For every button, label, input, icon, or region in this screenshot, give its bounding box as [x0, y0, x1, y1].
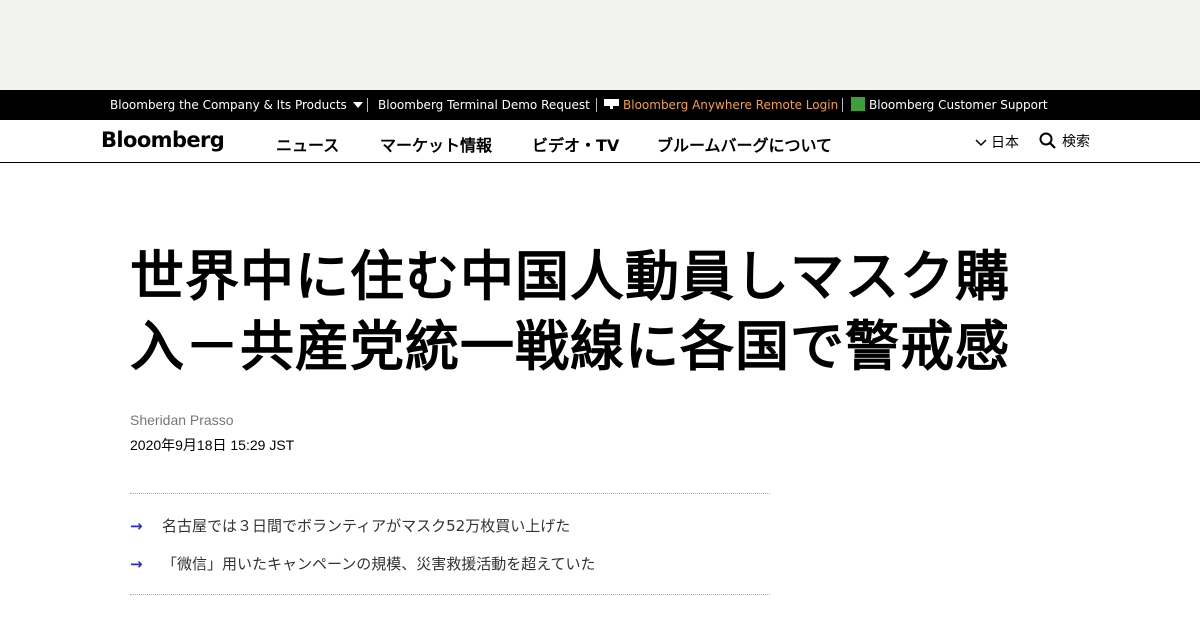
arrow-right-icon: → — [130, 517, 143, 535]
article-summary: → 名古屋では３日間でボランティアがマスク52万枚買い上げた → 「微信」用いたキャ… — [130, 493, 770, 595]
region-selector[interactable]: 日本 — [975, 132, 1019, 152]
region-label: 日本 — [991, 135, 1019, 151]
customer-support-link[interactable]: Bloomberg Customer Support — [851, 90, 1048, 120]
ad-banner-area — [0, 0, 1200, 90]
nav-item-news[interactable]: ニュース — [276, 132, 339, 156]
arrow-right-icon: → — [130, 555, 143, 573]
search-button[interactable]: 検索 — [1039, 131, 1090, 151]
terminal-demo-label: Bloomberg Terminal Demo Request — [378, 98, 590, 112]
top-utility-bar: Bloomberg the Company & Its Products Blo… — [0, 90, 1200, 120]
publish-date: 2020年9月18日 15:29 JST — [130, 437, 295, 453]
chevron-down-icon — [975, 139, 987, 147]
divider — [596, 98, 597, 112]
summary-bullet: → 名古屋では３日間でボランティアがマスク52万枚買い上げた — [130, 515, 570, 536]
company-products-menu[interactable]: Bloomberg the Company & Its Products — [110, 90, 363, 120]
nav-item-about[interactable]: ブルームバーグについて — [657, 132, 832, 156]
search-icon — [1039, 132, 1056, 149]
divider — [842, 98, 843, 112]
anywhere-login-link[interactable]: Bloomberg Anywhere Remote Login — [604, 90, 838, 120]
summary-bullet-text: 「微信」用いたキャンペーンの規模、災害救援活動を超えていた — [162, 555, 596, 573]
article-headline: 世界中に住む中国人動員しマスク購 入－共産党統一戦線に各国で警戒感 — [130, 242, 1120, 382]
summary-bullet: → 「微信」用いたキャンペーンの規模、災害救援活動を超えていた — [130, 553, 596, 574]
company-products-label: Bloomberg the Company & Its Products — [110, 98, 347, 112]
help-icon — [851, 96, 865, 111]
nav-item-video-tv[interactable]: ビデオ・TV — [532, 132, 619, 156]
search-label: 検索 — [1062, 134, 1090, 150]
terminal-icon — [604, 99, 619, 110]
anywhere-login-label: Bloomberg Anywhere Remote Login — [623, 98, 839, 112]
divider — [367, 98, 368, 112]
chevron-down-icon — [352, 101, 363, 108]
headline-line-1: 世界中に住む中国人動員しマスク購 — [130, 245, 1010, 308]
bloomberg-logo[interactable]: Bloomberg — [101, 128, 225, 152]
headline-line-2: 入－共産党統一戦線に各国で警戒感 — [130, 315, 1010, 378]
author-byline[interactable]: Sheridan Prasso — [130, 412, 234, 428]
terminal-demo-link[interactable]: Bloomberg Terminal Demo Request — [378, 90, 590, 120]
customer-support-label: Bloomberg Customer Support — [869, 98, 1048, 112]
nav-item-markets[interactable]: マーケット情報 — [380, 132, 492, 156]
summary-bullet-text: 名古屋では３日間でボランティアがマスク52万枚買い上げた — [162, 517, 571, 535]
main-navigation: Bloomberg ニュース マーケット情報 ビデオ・TV ブルームバーグについ… — [0, 120, 1200, 163]
